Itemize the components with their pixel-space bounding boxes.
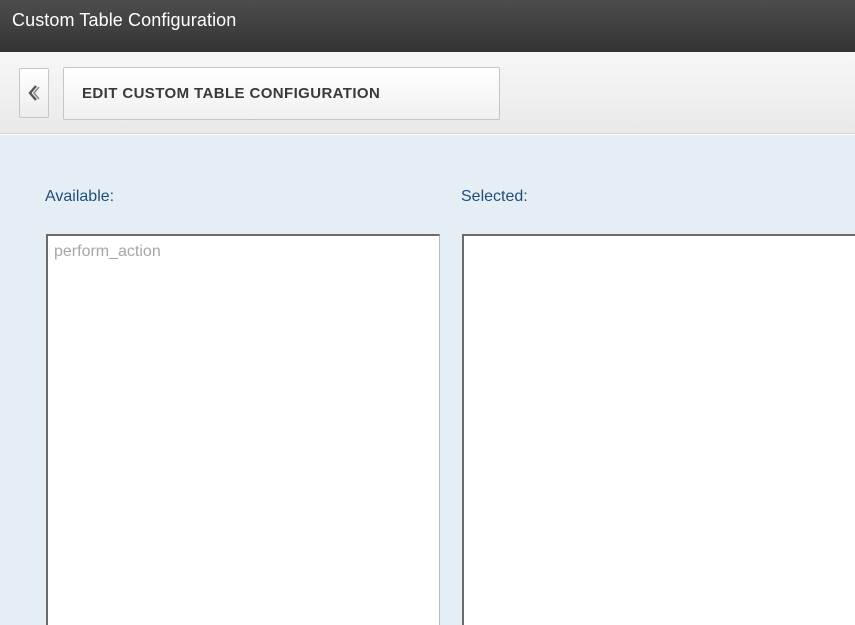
toolbar: EDIT CUSTOM TABLE CONFIGURATION: [0, 52, 855, 134]
edit-button-label: EDIT CUSTOM TABLE CONFIGURATION: [82, 85, 381, 102]
edit-custom-table-configuration-button[interactable]: EDIT CUSTOM TABLE CONFIGURATION: [63, 67, 500, 120]
chevron-left-icon: [28, 85, 40, 101]
selected-label: Selected:: [461, 188, 528, 205]
app-window: Custom Table Configuration EDIT CUSTOM T…: [0, 0, 855, 625]
configuration-panel: Available: Selected: perform_action: [0, 135, 855, 625]
available-label: Available:: [45, 188, 115, 205]
available-list[interactable]: perform_action: [46, 234, 440, 625]
window-title: Custom Table Configuration: [12, 9, 237, 30]
title-bar: Custom Table Configuration: [0, 0, 855, 52]
back-button[interactable]: [19, 68, 49, 118]
selected-list[interactable]: [462, 234, 855, 625]
list-item[interactable]: perform_action: [48, 236, 439, 261]
